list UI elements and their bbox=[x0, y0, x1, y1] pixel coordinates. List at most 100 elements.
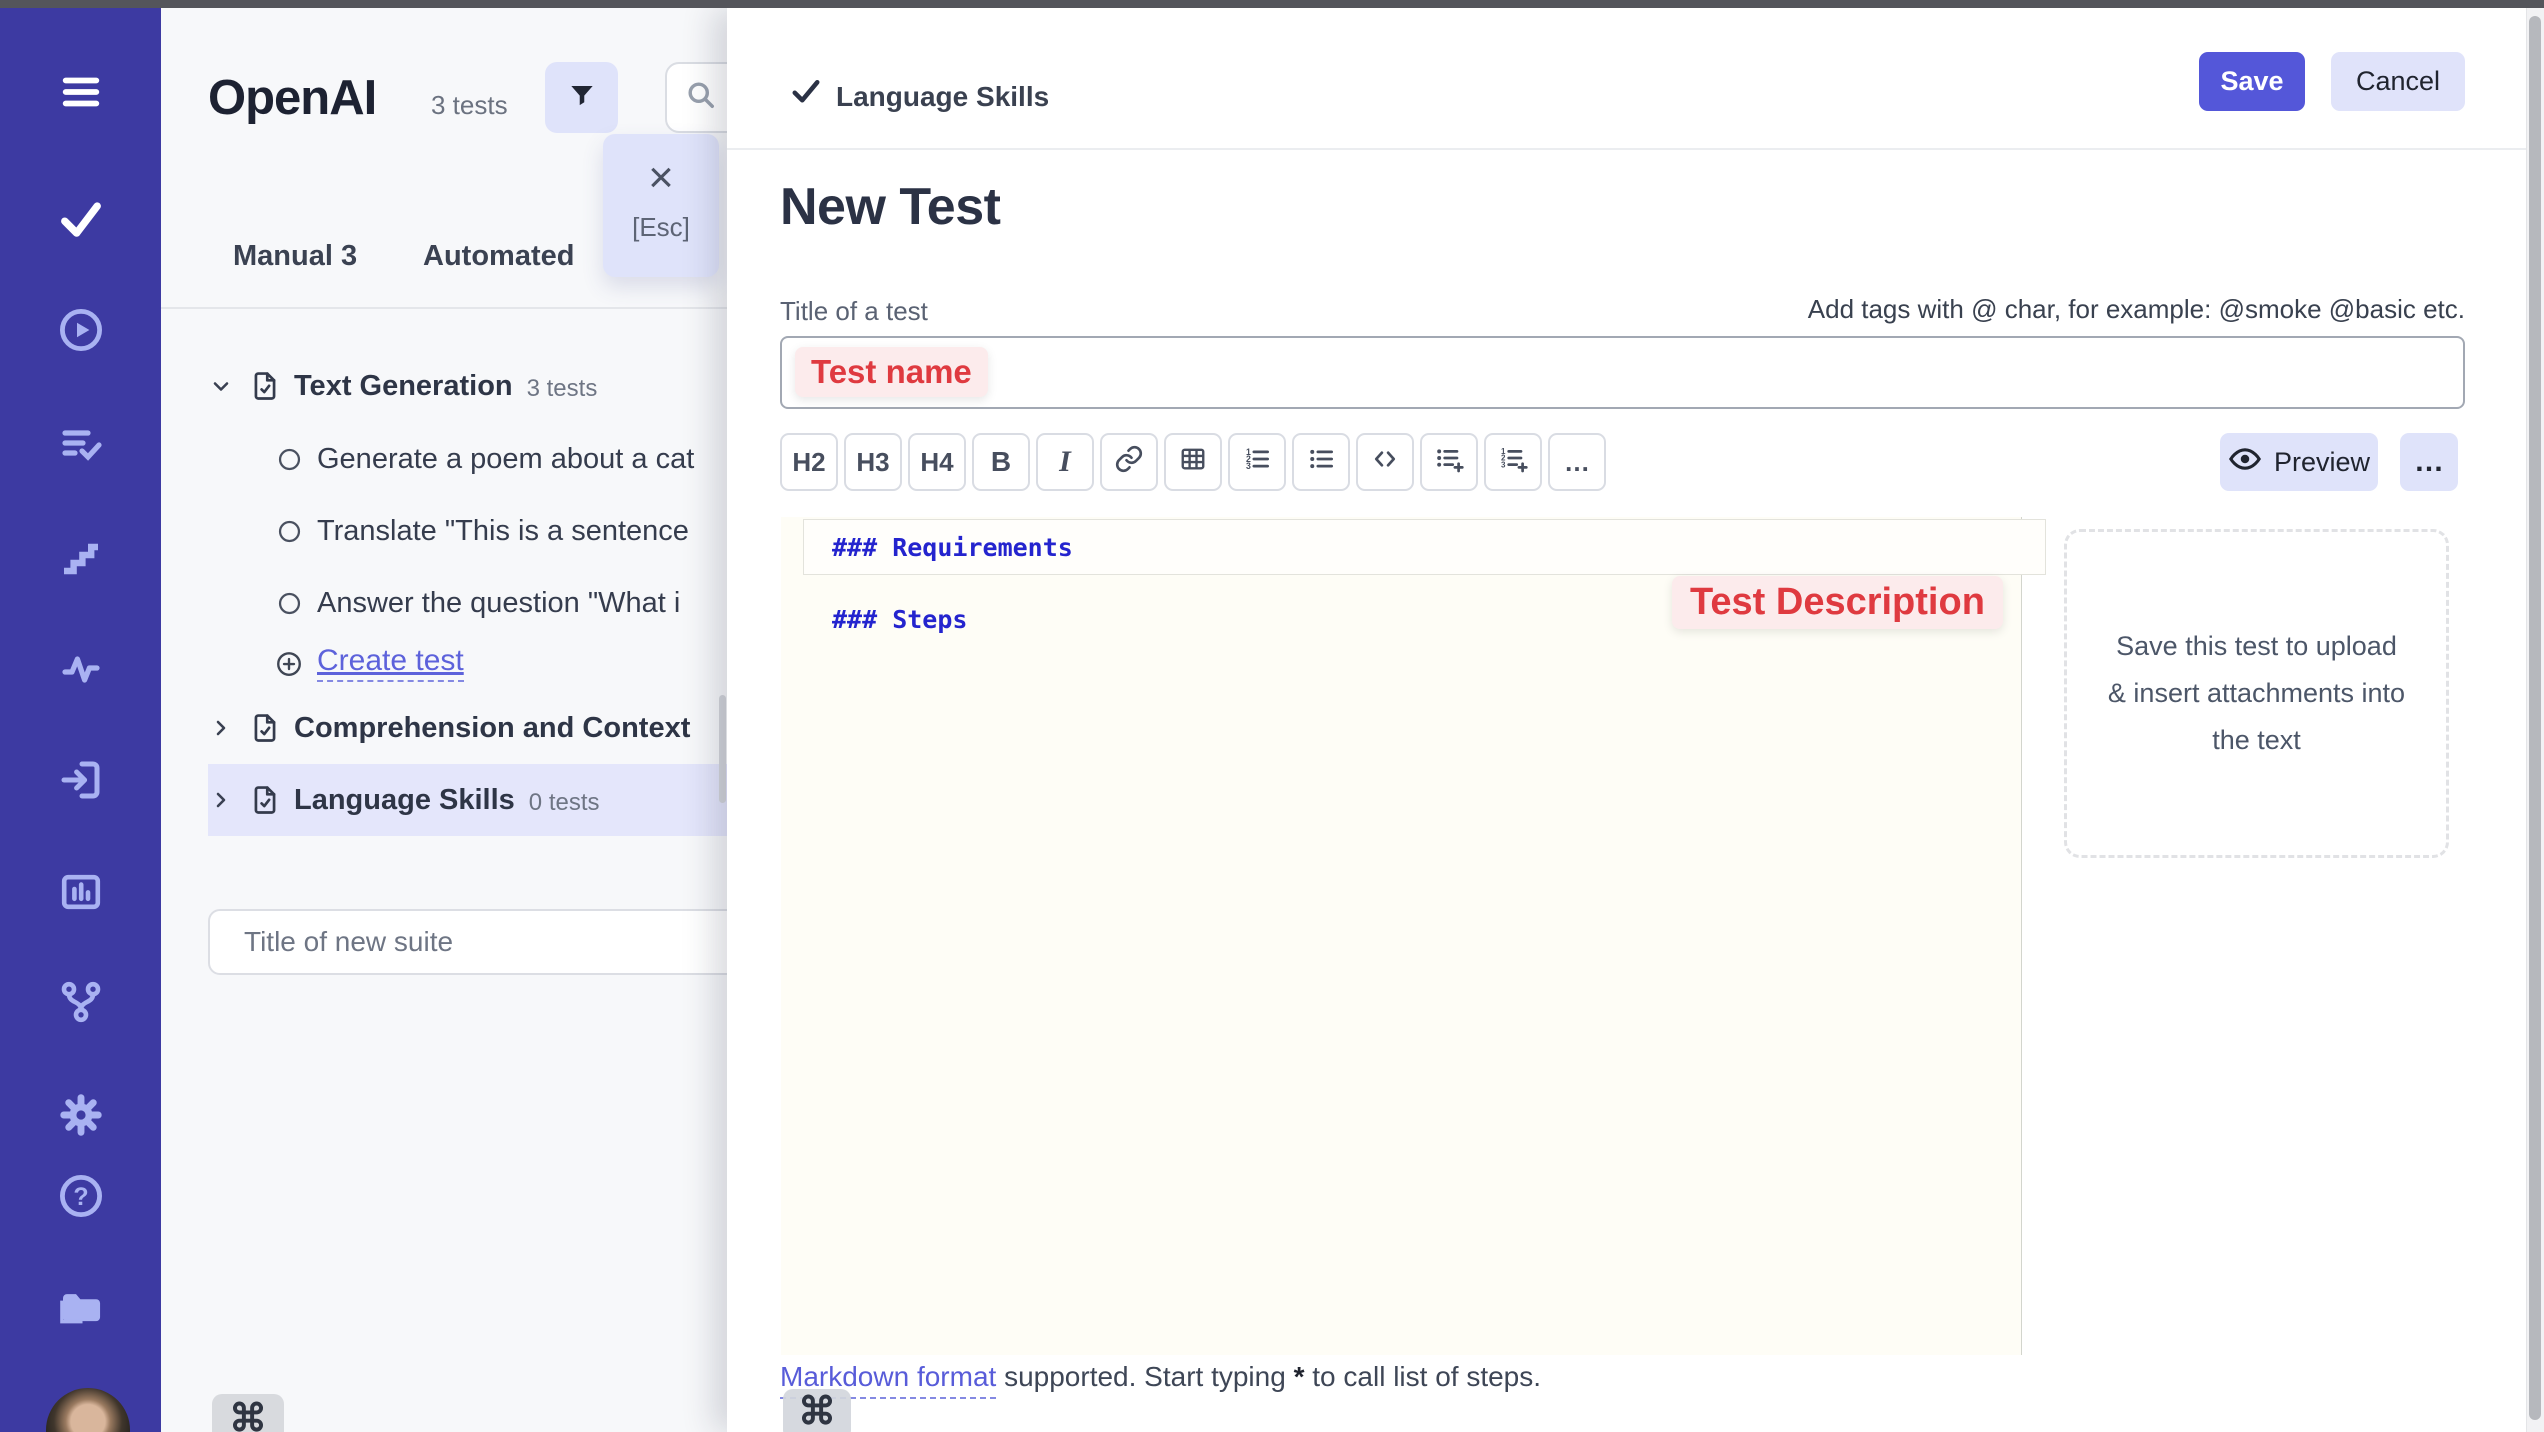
suite-doc-icon bbox=[248, 783, 282, 817]
suite-name: Comprehension and Context bbox=[294, 712, 690, 745]
test-title: Translate "This is a sentence bbox=[317, 515, 689, 548]
command-key-glyph: ⌘ bbox=[798, 1389, 836, 1432]
play-circle-icon[interactable] bbox=[57, 306, 105, 354]
new-suite-input[interactable] bbox=[208, 909, 727, 975]
test-row[interactable]: Translate "This is a sentence bbox=[208, 495, 727, 567]
plus-circle-icon[interactable] bbox=[274, 649, 304, 679]
test-row[interactable]: Answer the question "What i bbox=[208, 567, 727, 639]
chevron-right-icon[interactable] bbox=[208, 788, 234, 812]
page-title: New Test bbox=[780, 176, 1000, 238]
steps-icon[interactable] bbox=[57, 532, 105, 580]
test-title: Generate a poem about a cat bbox=[317, 443, 694, 476]
suite-name: Text Generation bbox=[294, 370, 513, 403]
table-button[interactable] bbox=[1164, 433, 1222, 491]
ordered-list-button[interactable]: 123 bbox=[1228, 433, 1286, 491]
cancel-button[interactable]: Cancel bbox=[2331, 52, 2465, 111]
description-editor[interactable] bbox=[781, 517, 2022, 1355]
suite-name: Language Skills bbox=[294, 784, 515, 817]
folder-icon[interactable] bbox=[55, 1280, 107, 1332]
tab-manual[interactable]: Manual 3 bbox=[233, 231, 357, 281]
footer-text: supported. Start typing bbox=[996, 1361, 1293, 1392]
window-top-edge bbox=[0, 0, 2544, 8]
list-check-icon[interactable] bbox=[57, 420, 105, 468]
scrollbar-thumb[interactable] bbox=[2529, 16, 2541, 1420]
test-title: Answer the question "What i bbox=[317, 587, 680, 620]
suite-count: 0 tests bbox=[529, 789, 600, 817]
test-status-icon bbox=[276, 518, 303, 545]
preview-button[interactable]: Preview bbox=[2220, 433, 2378, 491]
code-icon bbox=[1370, 444, 1400, 481]
menu-icon[interactable] bbox=[58, 69, 104, 115]
link-button[interactable] bbox=[1100, 433, 1158, 491]
breadcrumb-suite-label: Language Skills bbox=[836, 80, 1049, 114]
new-test-modal: Language Skills Save Cancel New Test Tit… bbox=[727, 8, 2544, 1432]
chevron-right-icon[interactable] bbox=[208, 716, 234, 740]
search-icon bbox=[683, 77, 719, 118]
heading3-button[interactable]: H3 bbox=[844, 433, 902, 491]
suite-row-language-skills[interactable]: Language Skills 0 tests bbox=[208, 764, 727, 836]
command-key-badge: ⌘ bbox=[212, 1394, 284, 1432]
heading4-button[interactable]: H4 bbox=[908, 433, 966, 491]
test-status-icon bbox=[276, 446, 303, 473]
esc-key-hint: [Esc] bbox=[632, 212, 690, 243]
table-icon bbox=[1178, 444, 1208, 481]
formatting-toolbar: H2 H3 H4 B I 123 123 bbox=[780, 433, 1606, 491]
user-avatar[interactable] bbox=[46, 1388, 130, 1432]
ordered-list-icon: 123 bbox=[1242, 444, 1272, 481]
bullet-list-add-button[interactable] bbox=[1420, 433, 1478, 491]
test-description-annotation: Test Description bbox=[1672, 576, 2003, 629]
branch-icon[interactable] bbox=[57, 978, 105, 1026]
title-field-label: Title of a test bbox=[780, 296, 928, 327]
link-icon bbox=[1114, 444, 1144, 481]
close-icon[interactable]: × bbox=[648, 156, 674, 200]
eye-icon bbox=[2228, 442, 2262, 483]
footer-text-end: to call list of steps. bbox=[1304, 1361, 1541, 1392]
tab-automated[interactable]: Automated bbox=[423, 231, 574, 281]
heading2-button[interactable]: H2 bbox=[780, 433, 838, 491]
activity-icon[interactable] bbox=[57, 644, 105, 692]
markdown-line: ### Requirements bbox=[832, 533, 1073, 562]
attachments-dropzone[interactable]: Save this test to upload & insert attach… bbox=[2064, 529, 2449, 858]
test-name-annotation: Test name bbox=[795, 347, 988, 397]
chevron-down-icon[interactable] bbox=[208, 374, 234, 398]
tags-hint-text: Add tags with @ char, for example: @smok… bbox=[1808, 294, 2465, 325]
italic-button[interactable]: I bbox=[1036, 433, 1094, 491]
test-row[interactable]: Generate a poem about a cat bbox=[208, 423, 727, 495]
search-input[interactable] bbox=[665, 62, 727, 133]
breadcrumb-check-icon bbox=[788, 74, 824, 115]
bar-chart-icon[interactable] bbox=[57, 868, 105, 916]
markdown-footer: Markdown format supported. Start typing … bbox=[780, 1361, 1541, 1393]
test-title-input[interactable] bbox=[780, 336, 2465, 409]
bullet-list-add-icon bbox=[1433, 443, 1465, 482]
more-formatting-button[interactable]: … bbox=[1548, 433, 1606, 491]
bullet-list-button[interactable] bbox=[1292, 433, 1350, 491]
filter-button[interactable] bbox=[545, 62, 618, 133]
test-status-icon bbox=[276, 590, 303, 617]
attachments-hint-text: Save this test to upload & insert attach… bbox=[2107, 623, 2407, 764]
tree-scrollbar-thumb[interactable] bbox=[719, 695, 726, 803]
markdown-line: ### Steps bbox=[832, 605, 967, 634]
project-tests-count: 3 tests bbox=[431, 90, 508, 120]
editor-overflow-button[interactable]: … bbox=[2400, 433, 2458, 491]
code-button[interactable] bbox=[1356, 433, 1414, 491]
app-window: ? OpenAI 3 tests × [Esc] Manual 3 Automa… bbox=[0, 0, 2544, 1432]
bullet-list-icon bbox=[1306, 444, 1336, 481]
sidebar-nav: ? bbox=[0, 8, 161, 1432]
filter-close-popup: × [Esc] bbox=[603, 134, 719, 277]
suite-row-text-generation[interactable]: Text Generation 3 tests bbox=[208, 350, 727, 422]
import-icon[interactable] bbox=[57, 756, 105, 804]
save-button[interactable]: Save bbox=[2199, 52, 2305, 111]
ordered-list-add-icon: 123 bbox=[1497, 443, 1529, 482]
create-test-link[interactable]: Create test bbox=[317, 646, 464, 682]
suite-doc-icon bbox=[248, 711, 282, 745]
bold-button[interactable]: B bbox=[972, 433, 1030, 491]
ordered-list-add-button[interactable]: 123 bbox=[1484, 433, 1542, 491]
tests-check-icon[interactable] bbox=[55, 193, 107, 245]
command-key-glyph: ⌘ bbox=[229, 1396, 267, 1432]
project-title: OpenAI bbox=[208, 70, 376, 126]
help-icon[interactable]: ? bbox=[57, 1172, 105, 1220]
editor-active-line: ### Requirements bbox=[803, 519, 2046, 575]
suite-row-comprehension[interactable]: Comprehension and Context bbox=[208, 694, 727, 762]
suites-panel: OpenAI 3 tests × [Esc] Manual 3 Automate… bbox=[161, 8, 727, 1432]
gear-icon[interactable] bbox=[58, 1092, 104, 1138]
